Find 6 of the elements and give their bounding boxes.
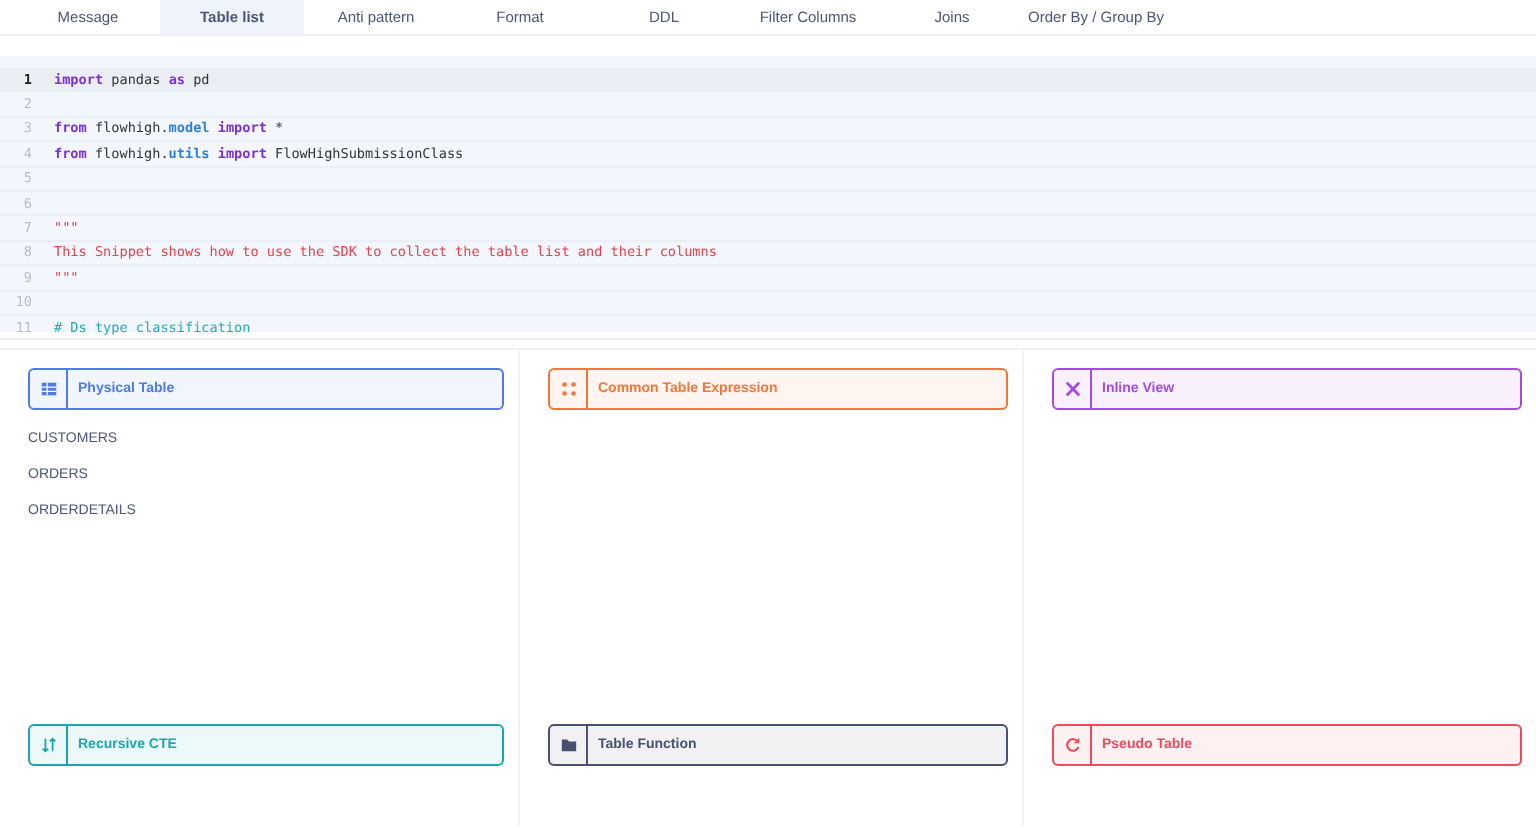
- folder-icon: [559, 736, 577, 754]
- rotate-icon: [1063, 736, 1081, 754]
- cross-icon: [1063, 380, 1081, 398]
- dots-icon: [559, 380, 577, 398]
- up-down-arrows-icon: [39, 736, 57, 754]
- table-icon: [39, 380, 57, 398]
